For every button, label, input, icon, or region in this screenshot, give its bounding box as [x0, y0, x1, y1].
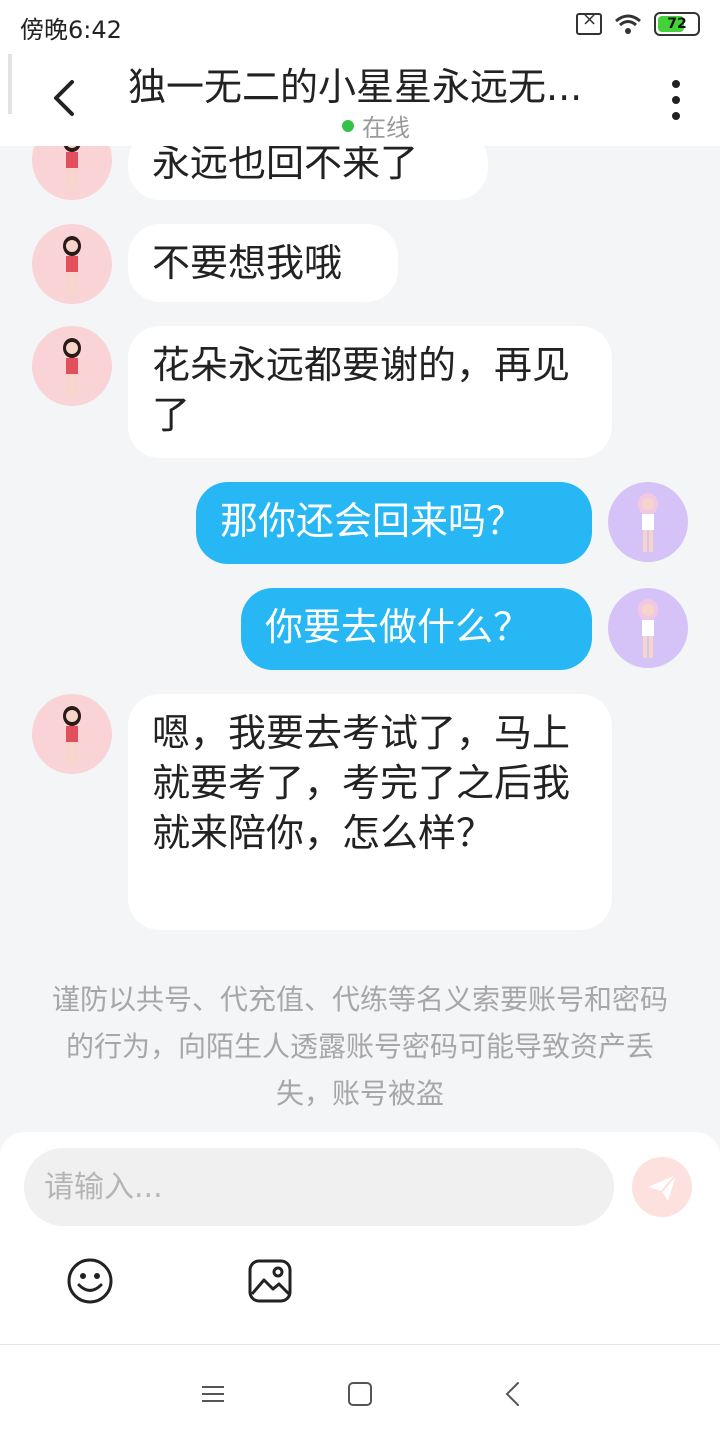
message-input[interactable] [24, 1148, 614, 1226]
wifi-icon [615, 14, 641, 34]
girl-avatar-icon [63, 338, 81, 396]
online-status-text: 在线 [362, 114, 410, 142]
battery-level: 72 [667, 16, 687, 32]
battery-icon: 72 [654, 12, 700, 36]
online-status: 在线 [342, 108, 410, 143]
status-bar: 傍晚6:42 72 [0, 0, 720, 50]
received-message-bubble[interactable]: 不要想我哦 [128, 224, 398, 302]
online-dot-icon [342, 119, 354, 132]
chat-title: 独一无二的小星星永远无... [128, 65, 583, 109]
girl-avatar-icon [63, 146, 81, 190]
image-button[interactable] [245, 1256, 295, 1306]
no-sim-icon [576, 9, 602, 35]
received-message-bubble[interactable]: 永远也回不来了 [128, 146, 488, 200]
safety-notice: 谨防以共号、代充值、代练等名义索要账号和密码的行为，向陌生人透露账号密码可能导致… [51, 983, 668, 1110]
girl-avatar-icon [63, 706, 81, 764]
home-icon[interactable] [345, 1379, 375, 1409]
partner-avatar[interactable] [32, 224, 112, 304]
more-dot-icon [672, 80, 680, 88]
chat-screen: 傍晚6:42 72 独一无二的小星星永远无... 在线 [0, 0, 720, 1440]
back-button[interactable] [44, 76, 84, 120]
partner-avatar[interactable] [32, 694, 112, 774]
girl-avatar-icon [63, 236, 81, 294]
header-divider [8, 54, 12, 114]
emoji-button[interactable] [65, 1256, 115, 1306]
chat-header: 独一无二的小星星永远无... 在线 [0, 50, 720, 146]
received-message-bubble[interactable]: 嗯，我要去考试了，马上就要考了，考完了之后我就来陪你，怎么样？ [128, 694, 612, 930]
more-dot-icon [672, 112, 680, 120]
status-time: 傍晚6:42 [20, 16, 122, 44]
more-dot-icon [672, 96, 680, 104]
system-nav-bar [0, 1344, 720, 1440]
menu-icon[interactable] [198, 1379, 228, 1409]
send-icon [648, 1174, 677, 1201]
girl-avatar-icon [638, 493, 658, 552]
send-button[interactable] [632, 1157, 692, 1217]
nav-back-icon[interactable] [498, 1379, 528, 1409]
received-message-bubble[interactable]: 花朵永远都要谢的，再见了 [128, 326, 612, 458]
more-options-button[interactable] [665, 80, 687, 120]
partner-avatar[interactable] [32, 146, 112, 200]
sent-message-bubble[interactable]: 那你还会回来吗？ [196, 482, 592, 564]
sent-message-bubble[interactable]: 你要去做什么？ [241, 588, 592, 670]
status-icons: 72 [576, 9, 700, 36]
my-avatar[interactable] [608, 482, 688, 562]
partner-avatar[interactable] [32, 326, 112, 406]
input-panel [0, 1132, 720, 1344]
girl-avatar-icon [638, 599, 658, 658]
my-avatar[interactable] [608, 588, 688, 668]
